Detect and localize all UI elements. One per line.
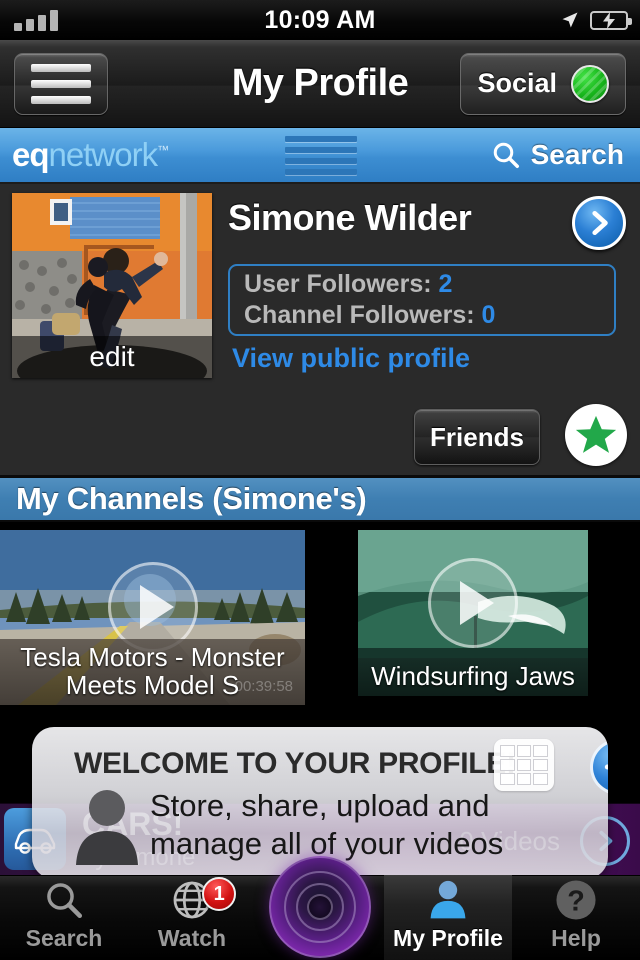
tab-my-profile-label: My Profile (393, 925, 503, 951)
status-bar: 10:09 AM (0, 0, 640, 40)
search-button-label: Search (530, 139, 624, 170)
my-channels-header-label: My Channels (Simone's) (16, 481, 367, 516)
person-icon (426, 877, 470, 923)
app-root: 10:09 AM My Profile Social eqnetwork™ Se… (0, 0, 640, 960)
tab-my-profile[interactable]: My Profile (384, 875, 512, 960)
followers-box: User Followers: 2 Channel Followers: 0 (228, 264, 616, 336)
brand-bar: eqnetwork™ Search (0, 128, 640, 184)
status-bar-clock: 10:09 AM (264, 5, 376, 34)
green-star-icon[interactable] (565, 404, 627, 466)
avatar-edit-label[interactable]: edit (12, 336, 212, 378)
play-button-icon[interactable] (428, 558, 518, 649)
profile-section: edit Simone Wilder User Followers: 2 Cha… (0, 184, 640, 477)
question-mark-icon: ? (553, 877, 599, 923)
tab-help-label: Help (551, 925, 601, 951)
hamburger-menu-icon[interactable] (14, 52, 108, 115)
svg-text:?: ? (567, 886, 585, 918)
video-title: Tesla Motors - Monster Meets Model S (0, 638, 305, 705)
search-button[interactable]: Search (491, 139, 624, 171)
logo-tm-mark: ™ (157, 143, 169, 157)
user-followers-label: User Followers: (244, 270, 432, 298)
navigation-bar: My Profile Social (0, 40, 640, 128)
logo-eq-text: eq (12, 136, 50, 173)
person-silhouette-icon (76, 790, 138, 865)
channel-followers-label: Channel Followers: (244, 301, 475, 329)
record-button-icon[interactable] (269, 856, 371, 958)
profile-disclosure-button[interactable] (572, 196, 626, 250)
avatar[interactable]: edit (12, 193, 212, 378)
user-followers-row: User Followers: 2 (244, 270, 600, 299)
view-public-profile-link[interactable]: View public profile (232, 343, 470, 374)
tab-search-label: Search (25, 925, 103, 951)
welcome-title: WELCOME TO YOUR PROFILE! (74, 747, 516, 780)
channel-followers-row: Channel Followers: 0 (244, 301, 600, 330)
eqnetwork-logo[interactable]: eqnetwork™ (12, 136, 169, 174)
friends-button-label: Friends (430, 421, 524, 452)
tab-record[interactable] (256, 856, 384, 960)
grid-view-icon (494, 739, 554, 791)
stacked-lines-icon[interactable] (285, 135, 357, 175)
video-thumbnail-item[interactable]: Windsurfing Jaws (358, 530, 588, 696)
social-button[interactable]: Social (460, 52, 626, 115)
channel-followers-value: 0 (481, 301, 496, 329)
tab-watch-label: Watch (157, 925, 227, 951)
my-channels-header: My Channels (Simone's) (0, 477, 640, 522)
video-thumbnail-list: Tesla Motors - Monster Meets Model S 00:… (0, 522, 640, 725)
watch-badge: 1 (202, 877, 237, 911)
battery-charging-icon (590, 10, 632, 30)
user-followers-value: 2 (438, 270, 453, 298)
welcome-body-text: Store, share, upload and manage all of y… (150, 788, 504, 861)
logo-network-text: network (48, 136, 159, 173)
tab-search[interactable]: Search (0, 875, 128, 960)
video-title: Windsurfing Jaws (358, 657, 588, 696)
video-duration: 00:39:58 (234, 678, 293, 695)
search-icon (493, 142, 519, 168)
chevron-right-icon (592, 210, 608, 236)
profile-name: Simone Wilder (228, 197, 472, 238)
tab-watch[interactable]: 1 Watch (128, 875, 256, 960)
tab-help[interactable]: ? Help (512, 875, 640, 960)
social-button-label: Social (477, 68, 557, 98)
green-status-dot-icon (571, 64, 609, 103)
tab-bar: Search 1 Watch My Profile ? Help (0, 856, 640, 960)
search-icon (43, 877, 85, 923)
friends-button[interactable]: Friends (414, 409, 540, 465)
video-thumbnail-item[interactable]: Tesla Motors - Monster Meets Model S 00:… (0, 530, 305, 705)
plus-glyph-icon (604, 764, 608, 770)
star-glyph-icon (575, 415, 617, 453)
